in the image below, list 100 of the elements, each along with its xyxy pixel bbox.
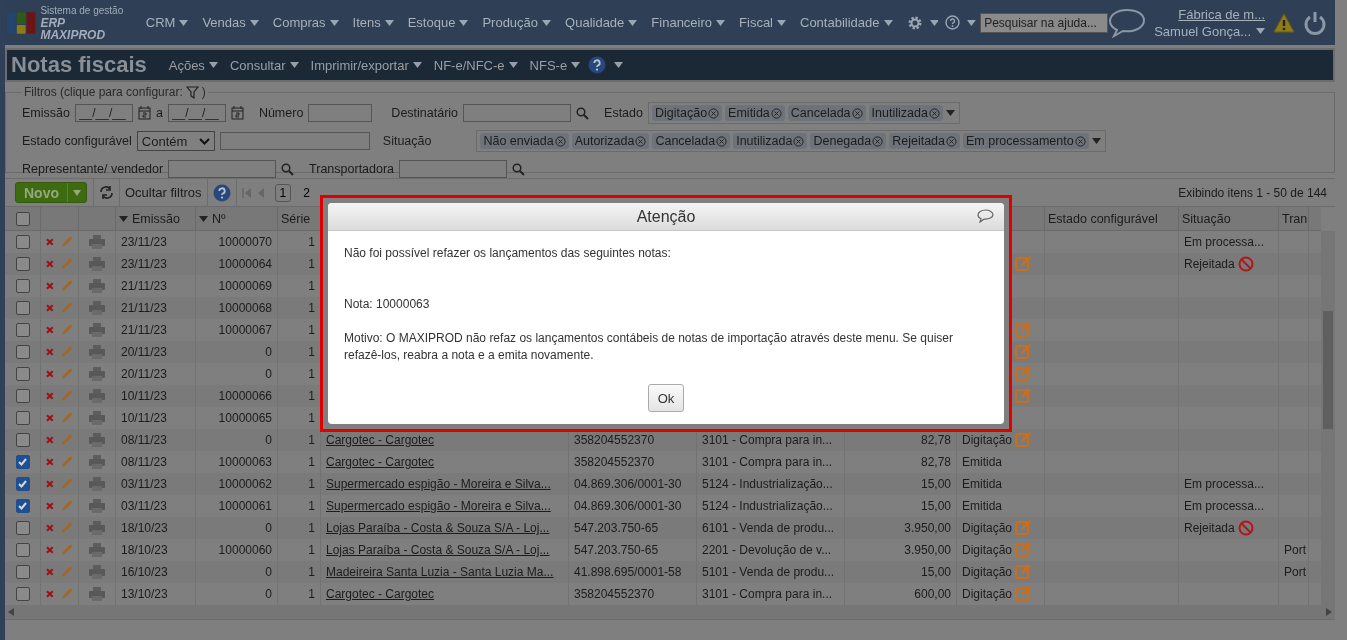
table-cell: 1 [308, 565, 315, 579]
filter-chip[interactable]: Inutilizada [733, 133, 808, 149]
table-cell: 10000064 [218, 257, 272, 271]
filter-chip[interactable]: Digitação [652, 105, 723, 121]
table-cell: Emitida [962, 477, 1002, 491]
menu-item[interactable]: Produção [475, 9, 559, 36]
operator-select[interactable]: Contém [136, 131, 215, 151]
page-button[interactable]: 1 [274, 183, 292, 202]
table-cell: Digitação [962, 521, 1013, 535]
table-cell: 03/11/23 [121, 499, 167, 513]
menu-item[interactable]: NF-e/NFC-e [429, 52, 522, 78]
column-header[interactable]: Situação [1182, 211, 1231, 226]
filter-chip[interactable]: Cancelada [787, 105, 866, 121]
filter-chip[interactable]: Rejeitada [889, 133, 960, 149]
menu-item[interactable]: Financeiro [644, 9, 733, 36]
table-cell: 6101 - Venda de produ... [702, 521, 835, 535]
table-cell: 1 [308, 279, 315, 293]
table-cell: 10000069 [218, 279, 272, 293]
table-cell: 547.203.750-65 [574, 521, 659, 535]
table-cell: 10000065 [218, 411, 272, 425]
table-cell: 03/11/23 [121, 477, 167, 491]
recipient-link[interactable]: Cargotec - Cargotec [326, 455, 435, 469]
table-cell: Digitação [962, 565, 1013, 579]
field-label: Número [258, 106, 304, 120]
recipient-link[interactable]: Lojas Paraíba - Costa & Souza S/A - Loj... [326, 543, 550, 557]
page-button[interactable]: 2 [298, 183, 315, 202]
filter-chip[interactable]: Emitida [725, 105, 785, 121]
column-header[interactable]: Série [281, 211, 311, 226]
recipient-link[interactable]: Supermercado espigão - Moreira e Silva... [326, 499, 551, 513]
table-cell: 0 [265, 565, 272, 579]
dialog-reason: Motivo: O MAXIPROD não refaz os lançamentos contábeis de notas de importação através deste menu. Se quiser refazê-los, reabra a nota e a emita novamente. [344, 330, 954, 364]
logo-name: ERP MAXIPROD [40, 16, 106, 41]
status-multiselect[interactable]: Não enviada Autorizada Cancelada Inutilizada Denegada Rejeitada Em processamento [476, 130, 1106, 152]
table-cell: 41.898.695/0001-58 [574, 565, 682, 579]
hide-filters-button[interactable]: Ocultar filtros [120, 179, 208, 206]
table-cell: 1 [308, 323, 315, 337]
table-cell: 1 [308, 521, 315, 535]
table-cell: 10/11/23 [121, 411, 167, 425]
table-cell: 1 [308, 411, 315, 425]
logo-caption: Sistema de gestão [40, 4, 125, 17]
menu-item[interactable]: Compras [265, 9, 346, 36]
date-field[interactable]: __/__/__ [74, 104, 133, 122]
menu-item[interactable]: Imprimir/exportar [306, 52, 426, 78]
state-multiselect[interactable]: Digitação Emitida Cancelada Inutilizada [648, 102, 960, 124]
table-cell: 358204552370 [574, 433, 655, 447]
filter-chip[interactable]: Em processamento [963, 133, 1089, 149]
table-cell: 04.869.306/0001-30 [574, 477, 682, 491]
table-cell: 0 [265, 345, 272, 359]
table-cell: 08/11/23 [121, 433, 167, 447]
recipient-link[interactable]: Lojas Paraíba - Costa & Souza S/A - Loj... [326, 521, 550, 535]
menu-item[interactable]: CRM [138, 9, 196, 36]
menu-item[interactable]: NFS-e [525, 52, 585, 78]
filter-chip[interactable]: Inutilizada [868, 105, 943, 121]
column-header[interactable]: Tran [1282, 211, 1308, 226]
table-cell: 15,00 [920, 565, 951, 579]
table-cell: 0 [265, 433, 272, 447]
recipient-link[interactable]: Cargotec - Cargotec [326, 433, 435, 447]
table-cell: Emitida [962, 499, 1002, 513]
column-header[interactable]: Nº [212, 211, 226, 226]
column-header[interactable]: Estado configurável [1048, 211, 1158, 226]
table-cell: 3.950,00 [904, 543, 951, 557]
table-cell: 358204552370 [574, 455, 655, 469]
menu-item[interactable]: Contabilidade [793, 9, 900, 36]
date-field[interactable]: __/__/__ [167, 104, 226, 122]
user-menu[interactable]: Samuel Gonça... [1154, 23, 1265, 39]
company-link[interactable]: Fábrica de m... [1178, 6, 1265, 22]
table-cell: 21/11/23 [121, 301, 167, 315]
menu-item[interactable]: Fiscal [732, 9, 793, 36]
table-cell: 15,00 [920, 499, 951, 513]
ok-button[interactable]: Ok [648, 384, 684, 412]
menu-item[interactable]: Vendas [195, 9, 266, 36]
table-cell: 3101 - Compra para in... [702, 587, 833, 601]
new-button[interactable]: Novo [15, 182, 87, 203]
table-cell: Digitação [962, 433, 1013, 447]
menu-item[interactable]: Consultar [225, 52, 303, 78]
menu-item[interactable]: Qualidade [558, 9, 645, 36]
table-cell: 10000067 [218, 323, 272, 337]
table-cell: Digitação [962, 587, 1013, 601]
table-cell: Port [1284, 565, 1306, 579]
table-cell: 0 [265, 367, 272, 381]
recipient-link[interactable]: Supermercado espigão - Moreira e Silva... [326, 477, 551, 491]
menu-item[interactable]: Ações [164, 52, 222, 78]
page-title: Notas fiscais [11, 52, 147, 78]
filter-chip[interactable]: Denegada [810, 133, 887, 149]
recipient-link[interactable]: Cargotec - Cargotec [326, 587, 435, 601]
recipient-link[interactable]: Madeireira Santa Luzia - Santa Luzia Ma... [326, 565, 554, 579]
filters-legend-end: ) [201, 85, 206, 99]
filter-chip[interactable]: Autorizada [571, 133, 650, 149]
menu-item[interactable]: Itens [345, 9, 401, 36]
items-summary: Exibindo itens 1 - 50 de 144 [1178, 185, 1328, 200]
table-cell: 23/11/23 [121, 235, 167, 249]
help-search-field[interactable]: Pesquisar na ajuda... [980, 12, 1109, 33]
table-cell: 10000062 [218, 477, 272, 491]
filter-chip[interactable]: Não enviada [480, 133, 569, 149]
filters-legend[interactable]: Filtros (clique para configurar: [24, 85, 183, 99]
table-cell: 1 [308, 587, 315, 601]
menu-item[interactable]: Estoque [400, 9, 476, 36]
filter-chip[interactable]: Cancelada [652, 133, 731, 149]
column-header[interactable]: Emissão [132, 211, 180, 226]
table-cell: 10000063 [218, 455, 272, 469]
